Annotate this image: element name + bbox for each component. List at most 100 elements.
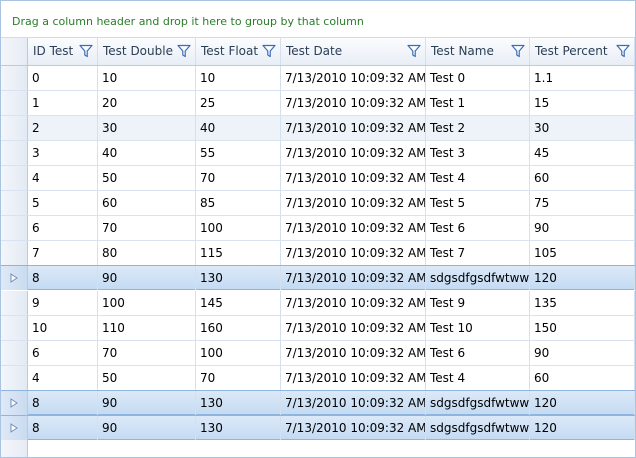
table-row[interactable]: 8 90 130 7/13/2010 10:09:32 AM sdgsdfgsdfwtw… [1, 265, 635, 290]
column-header[interactable]: ID Test [28, 38, 98, 65]
table-cell[interactable]: Test 6 [426, 341, 530, 365]
table-cell[interactable]: 75 [530, 191, 635, 215]
table-cell[interactable]: 8 [28, 266, 98, 290]
row-indicator[interactable] [1, 66, 28, 90]
table-cell[interactable]: 135 [530, 291, 635, 315]
table-cell[interactable]: 30 [98, 116, 196, 140]
table-cell[interactable]: 7/13/2010 10:09:32 AM [281, 216, 426, 240]
table-cell[interactable]: 120 [530, 391, 635, 415]
filter-funnel-icon[interactable] [511, 44, 525, 58]
row-indicator[interactable] [1, 316, 28, 340]
table-row[interactable]: 4 50 70 7/13/2010 10:09:32 AM Test 4 60 [1, 166, 635, 191]
table-cell[interactable]: 8 [28, 391, 98, 415]
table-cell[interactable]: 4 [28, 366, 98, 390]
filter-funnel-icon[interactable] [262, 44, 276, 58]
table-cell[interactable]: Test 10 [426, 316, 530, 340]
row-indicator[interactable] [1, 216, 28, 240]
table-cell[interactable]: 70 [196, 166, 281, 190]
row-indicator[interactable] [1, 91, 28, 115]
table-cell[interactable]: 130 [196, 391, 281, 415]
table-cell[interactable]: 7/13/2010 10:09:32 AM [281, 191, 426, 215]
table-row[interactable]: 0 10 10 7/13/2010 10:09:32 AM Test 0 1.1 [1, 66, 635, 91]
table-cell[interactable]: Test 0 [426, 66, 530, 90]
filter-funnel-icon[interactable] [616, 44, 630, 58]
table-cell[interactable]: Test 9 [426, 291, 530, 315]
row-indicator[interactable] [1, 416, 28, 440]
table-cell[interactable]: 70 [98, 341, 196, 365]
table-cell[interactable]: Test 4 [426, 166, 530, 190]
table-row[interactable]: 8 90 130 7/13/2010 10:09:32 AM sdgsdfgsdfwtw… [1, 415, 635, 440]
table-cell[interactable]: 7/13/2010 10:09:32 AM [281, 166, 426, 190]
table-cell[interactable]: Test 1 [426, 91, 530, 115]
column-header[interactable]: Test Percent [530, 38, 635, 65]
table-cell[interactable]: sdgsdfgsdfwtwwf [426, 391, 530, 415]
table-cell[interactable]: sdgsdfgsdfwtwwf [426, 266, 530, 290]
table-cell[interactable]: 7/13/2010 10:09:32 AM [281, 241, 426, 265]
table-cell[interactable]: 8 [28, 416, 98, 440]
table-cell[interactable]: 20 [98, 91, 196, 115]
table-cell[interactable]: 6 [28, 216, 98, 240]
table-cell[interactable]: 80 [98, 241, 196, 265]
row-indicator[interactable] [1, 291, 28, 315]
row-indicator[interactable] [1, 266, 28, 290]
table-row[interactable]: 3 40 55 7/13/2010 10:09:32 AM Test 3 45 [1, 141, 635, 166]
row-indicator[interactable] [1, 116, 28, 140]
table-cell[interactable]: 2 [28, 116, 98, 140]
table-cell[interactable]: 4 [28, 166, 98, 190]
table-cell[interactable]: 7 [28, 241, 98, 265]
table-cell[interactable]: 40 [98, 141, 196, 165]
table-cell[interactable]: 130 [196, 266, 281, 290]
table-cell[interactable]: 115 [196, 241, 281, 265]
table-cell[interactable]: 105 [530, 241, 635, 265]
table-cell[interactable]: 15 [530, 91, 635, 115]
table-cell[interactable]: 60 [530, 366, 635, 390]
table-cell[interactable]: 10 [98, 66, 196, 90]
table-cell[interactable]: 7/13/2010 10:09:32 AM [281, 141, 426, 165]
table-cell[interactable]: 7/13/2010 10:09:32 AM [281, 391, 426, 415]
table-row[interactable]: 9 100 145 7/13/2010 10:09:32 AM Test 9 135 [1, 291, 635, 316]
table-cell[interactable]: 90 [98, 266, 196, 290]
table-cell[interactable]: 120 [530, 416, 635, 440]
table-row[interactable]: 5 60 85 7/13/2010 10:09:32 AM Test 5 75 [1, 191, 635, 216]
table-cell[interactable]: Test 6 [426, 216, 530, 240]
column-header[interactable]: Test Name [426, 38, 530, 65]
table-cell[interactable]: 10 [196, 66, 281, 90]
table-cell[interactable]: 7/13/2010 10:09:32 AM [281, 316, 426, 340]
table-cell[interactable]: 150 [530, 316, 635, 340]
row-indicator[interactable] [1, 166, 28, 190]
table-cell[interactable]: 55 [196, 141, 281, 165]
table-cell[interactable]: 110 [98, 316, 196, 340]
column-header[interactable]: Test Date [281, 38, 426, 65]
table-cell[interactable]: 7/13/2010 10:09:32 AM [281, 66, 426, 90]
table-row[interactable]: 6 70 100 7/13/2010 10:09:32 AM Test 6 90 [1, 216, 635, 241]
table-cell[interactable]: 1 [28, 91, 98, 115]
table-cell[interactable]: Test 5 [426, 191, 530, 215]
table-cell[interactable]: 70 [196, 366, 281, 390]
table-row[interactable]: 4 50 70 7/13/2010 10:09:32 AM Test 4 60 [1, 366, 635, 391]
table-cell[interactable]: 90 [98, 391, 196, 415]
table-cell[interactable]: Test 7 [426, 241, 530, 265]
table-cell[interactable]: 9 [28, 291, 98, 315]
row-indicator[interactable] [1, 391, 28, 415]
table-cell[interactable]: 6 [28, 341, 98, 365]
table-row[interactable]: 1 20 25 7/13/2010 10:09:32 AM Test 1 15 [1, 91, 635, 116]
table-cell[interactable]: 130 [196, 416, 281, 440]
table-cell[interactable]: 40 [196, 116, 281, 140]
table-cell[interactable]: 50 [98, 366, 196, 390]
table-cell[interactable]: 120 [530, 266, 635, 290]
filter-funnel-icon[interactable] [407, 44, 421, 58]
table-cell[interactable]: 90 [530, 216, 635, 240]
table-cell[interactable]: 7/13/2010 10:09:32 AM [281, 91, 426, 115]
column-header[interactable]: Test Float [196, 38, 281, 65]
table-row[interactable]: 8 90 130 7/13/2010 10:09:32 AM sdgsdfgsdfwtw… [1, 390, 635, 415]
table-cell[interactable]: 7/13/2010 10:09:32 AM [281, 266, 426, 290]
table-cell[interactable]: 160 [196, 316, 281, 340]
table-cell[interactable]: sdgsdfgsdfwtwwf [426, 416, 530, 440]
table-cell[interactable]: 100 [196, 216, 281, 240]
table-cell[interactable]: 10 [28, 316, 98, 340]
table-row[interactable]: 6 70 100 7/13/2010 10:09:32 AM Test 6 90 [1, 341, 635, 366]
table-cell[interactable]: 3 [28, 141, 98, 165]
filter-funnel-icon[interactable] [79, 44, 93, 58]
table-cell[interactable]: 50 [98, 166, 196, 190]
table-row[interactable]: 7 80 115 7/13/2010 10:09:32 AM Test 7 105 [1, 241, 635, 266]
